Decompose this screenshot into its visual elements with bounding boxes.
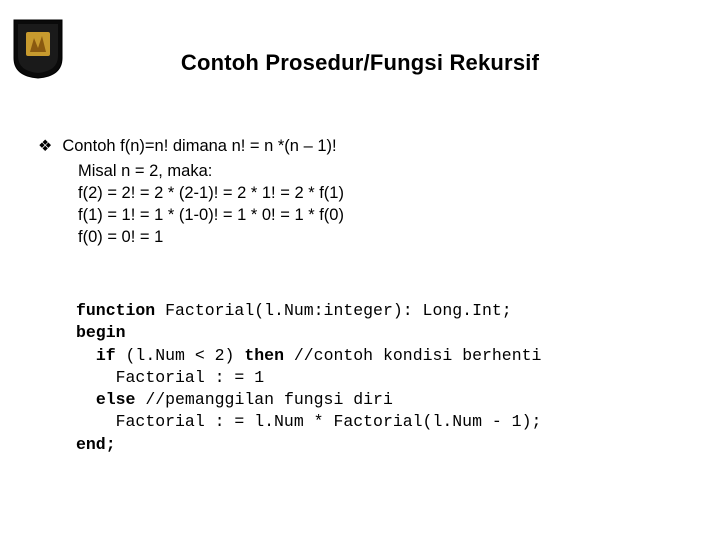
keyword-if: if — [96, 346, 116, 365]
code-comment: //contoh kondisi berhenti — [284, 346, 541, 365]
explain-line: f(0) = 0! = 1 — [78, 226, 690, 248]
code-indent — [76, 368, 116, 387]
keyword-else: else — [96, 390, 136, 409]
diamond-bullet-icon: ❖ — [38, 135, 52, 158]
slide-title: Contoh Prosedur/Fungsi Rekursif — [0, 50, 720, 76]
explain-line: f(2) = 2! = 2 * (2-1)! = 2 * 1! = 2 * f(… — [78, 182, 690, 204]
code-indent — [76, 390, 96, 409]
code-indent — [76, 412, 116, 431]
explain-line: Misal n = 2, maka: — [78, 160, 690, 182]
code-indent — [76, 346, 96, 365]
explanation-block: Misal n = 2, maka: f(2) = 2! = 2 * (2-1)… — [78, 160, 690, 249]
code-text: Factorial : = 1 — [116, 368, 265, 387]
code-block: function Factorial(l.Num:integer): Long.… — [76, 300, 690, 456]
code-text: Factorial : = l.Num * Factorial(l.Num - … — [116, 412, 542, 431]
body-content: ❖ Contoh f(n)=n! dimana n! = n *(n – 1)!… — [38, 135, 690, 249]
bullet-item: ❖ Contoh f(n)=n! dimana n! = n *(n – 1)! — [38, 135, 690, 158]
keyword-then: then — [244, 346, 284, 365]
keyword-end: end; — [76, 435, 116, 454]
slide: Contoh Prosedur/Fungsi Rekursif ❖ Contoh… — [0, 0, 720, 540]
code-comment: //pemanggilan fungsi diri — [135, 390, 392, 409]
bullet-lead-text: Contoh f(n)=n! dimana n! = n *(n – 1)! — [62, 135, 336, 157]
explain-line: f(1) = 1! = 1 * (1-0)! = 1 * 0! = 1 * f(… — [78, 204, 690, 226]
code-text: Factorial(l.Num:integer): Long.Int; — [155, 301, 511, 320]
keyword-begin: begin — [76, 323, 126, 342]
keyword-function: function — [76, 301, 155, 320]
code-text: (l.Num < 2) — [116, 346, 245, 365]
